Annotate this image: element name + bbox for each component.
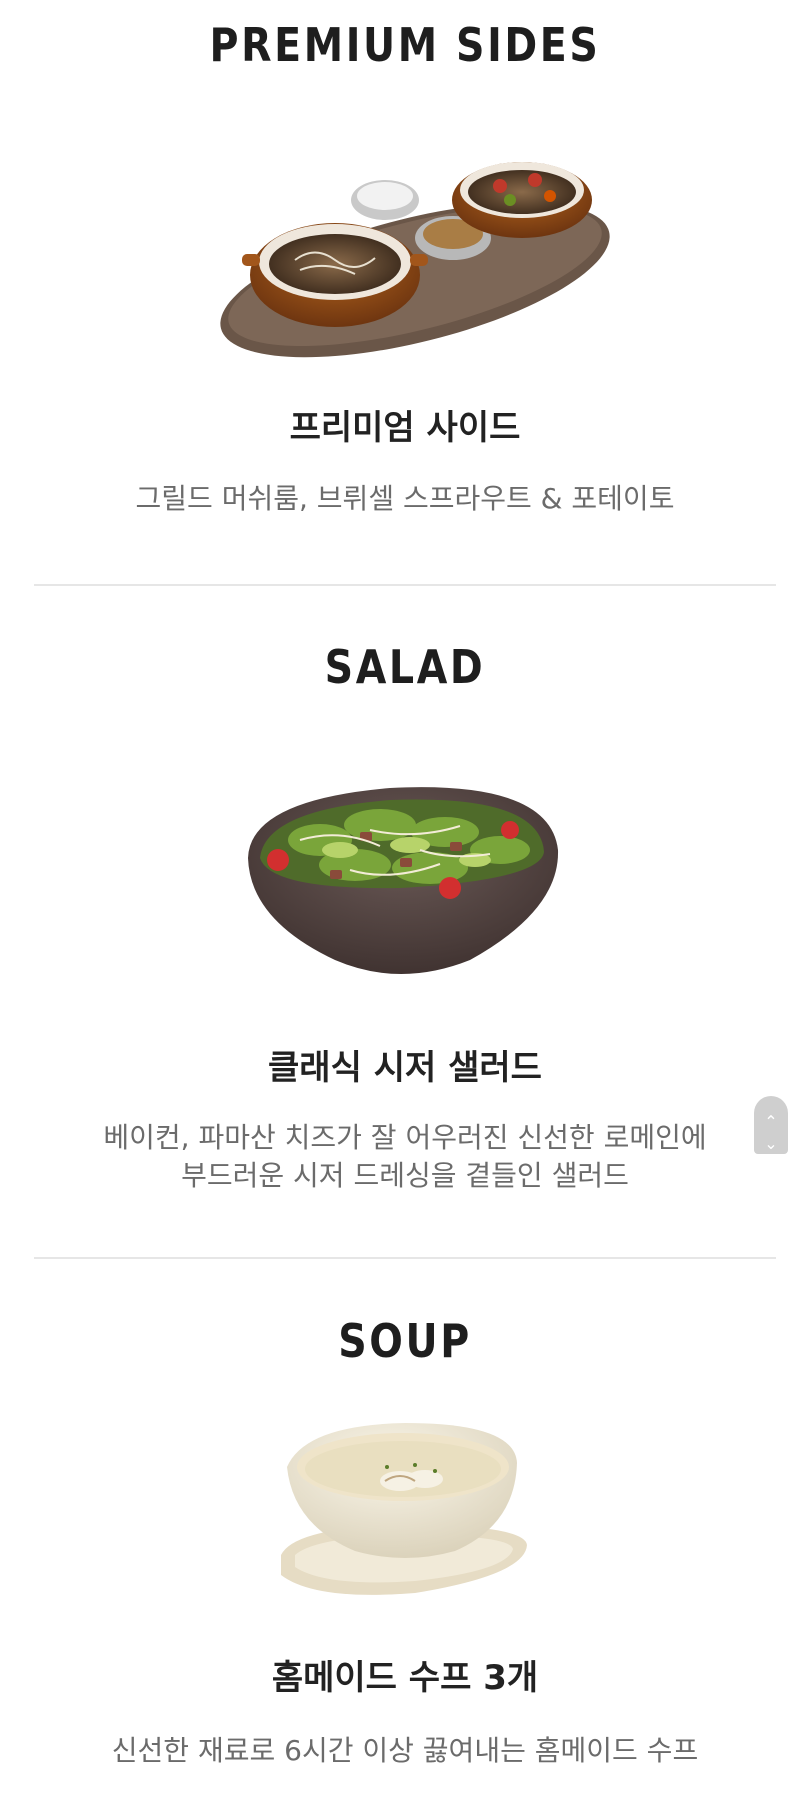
item-description-premium-sides: 그릴드 머쉬룸, 브뤼셀 스프라우트 & 포테이토 [40,480,770,518]
premium-sides-platter-image [220,162,610,358]
chevron-down-icon: ⌄ [764,1134,778,1153]
description-line: 베이컨, 파마산 치즈가 잘 어우러진 신선한 로메인에 [103,1121,707,1154]
section-title-premium-sides: PREMIUM SIDES [209,18,601,72]
mushroom-soup-bowl-image [281,1423,527,1595]
description-line: 신선한 재료로 6시간 이상 끓여내는 홈메이드 수프 [111,1734,699,1767]
description-line: 그릴드 머쉬룸, 브뤼셀 스프라우트 & 포테이토 [135,482,675,515]
section-divider [34,1257,776,1259]
section-title-soup: SOUP [338,1314,472,1368]
chevron-up-icon: ⌃ [764,1112,778,1131]
section-divider [34,584,776,586]
item-name-soup: 홈메이드 수프 3개 [271,1658,539,1698]
caesar-salad-bowl-image [248,787,559,974]
item-name-premium-sides: 프리미엄 사이드 [289,408,521,448]
scroll-to-top-button[interactable]: ⌃ ⌄ [754,1096,788,1154]
description-line: 부드러운 시저 드레싱을 곁들인 샐러드 [181,1159,629,1192]
section-title-salad: SALAD [324,640,486,694]
item-description-soup: 신선한 재료로 6시간 이상 끓여내는 홈메이드 수프 [40,1732,770,1770]
item-description-salad: 베이컨, 파마산 치즈가 잘 어우러진 신선한 로메인에 부드러운 시저 드레싱… [40,1119,770,1195]
item-name-salad: 클래식 시저 샐러드 [268,1048,542,1088]
